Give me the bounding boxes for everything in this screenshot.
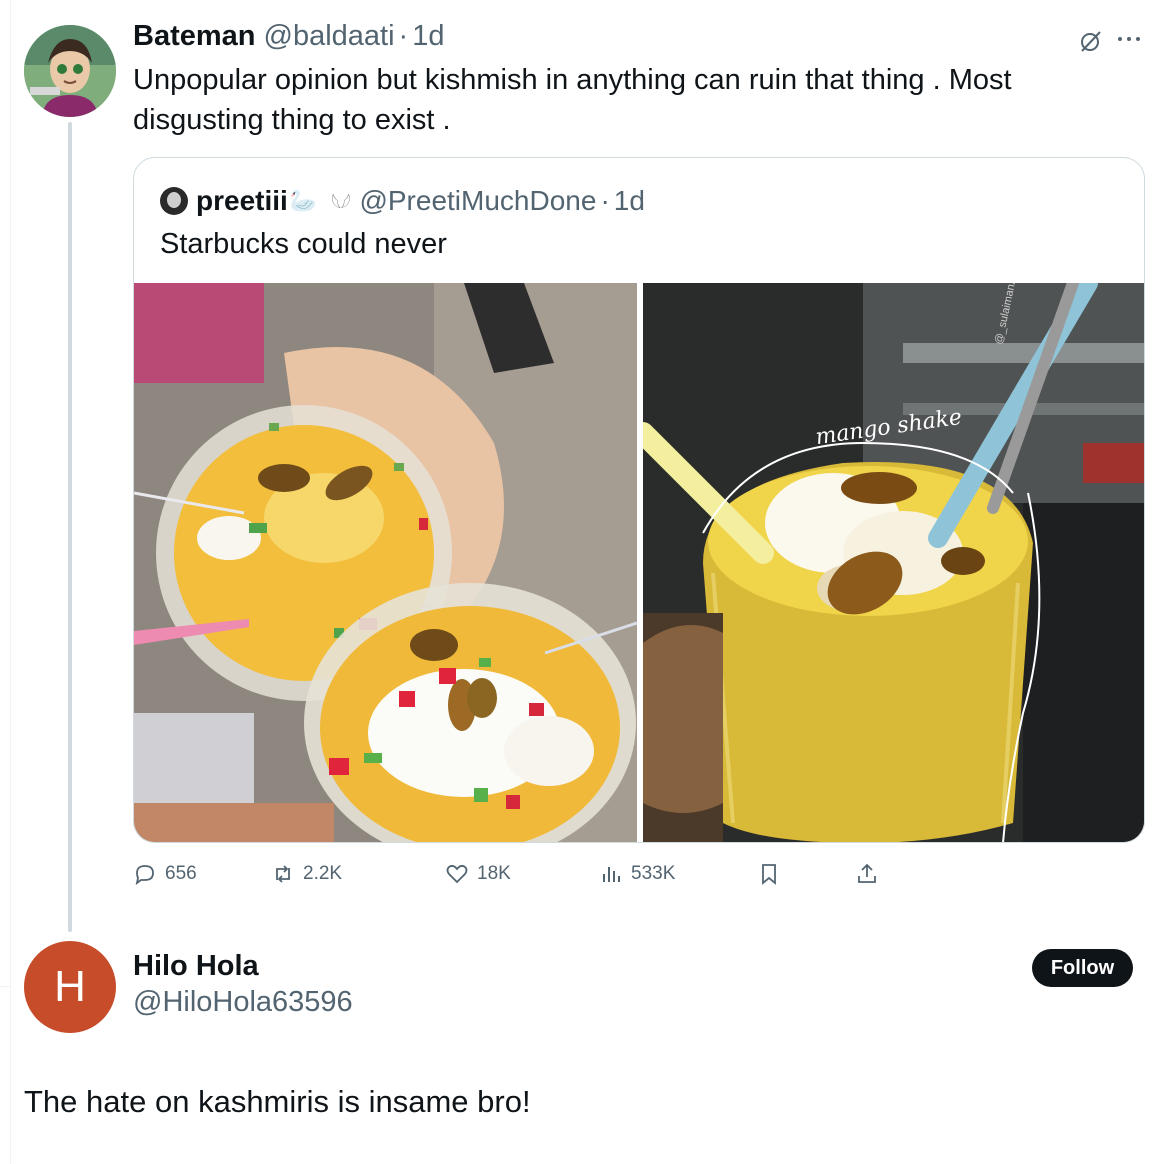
quote-avatar[interactable]	[160, 187, 188, 215]
views-count: 533K	[631, 863, 676, 884]
views-button[interactable]: 533K	[599, 858, 675, 890]
author-name[interactable]: Bateman	[133, 20, 256, 53]
views-icon	[603, 867, 620, 882]
tweet-text: Unpopular opinion but kishmish in anythi…	[133, 64, 1012, 136]
quote-author-handle: @PreetiMuchDone	[359, 185, 597, 216]
photo-right[interactable]: mango shake @_sulaiman25_	[643, 283, 1144, 842]
column-border	[10, 0, 11, 1164]
reply-author-handle[interactable]: @HiloHola63596	[133, 986, 353, 1019]
swan-emoji: 🦢	[289, 188, 318, 213]
bookmark-icon	[762, 864, 776, 885]
reply-icon	[135, 865, 154, 886]
reply-avatar[interactable]: H	[24, 941, 116, 1033]
quote-author-name: preetiii	[196, 185, 288, 216]
separator: ·	[398, 20, 409, 52]
repost-icon	[276, 865, 290, 883]
repost-count: 2.2K	[303, 863, 343, 884]
action-bar: 656 2.2K 18K 533K	[133, 858, 893, 890]
timestamp[interactable]: 1d	[412, 20, 444, 53]
avatar-image	[24, 25, 116, 117]
tweet-header: Bateman @baldaati · 1d	[133, 20, 444, 58]
quote-media: mango shake @_sulaiman25_	[134, 283, 1144, 842]
quote-tweet-card[interactable]: preetiii 🦢 𓆩𓆪 @PreetiMuchDone · 1d Starb…	[133, 157, 1145, 843]
reply-button[interactable]: 656	[133, 858, 197, 890]
reply-text: The hate on kashmiris is insame bro!	[24, 1084, 531, 1119]
more-icon[interactable]	[1118, 34, 1144, 44]
avatar[interactable]	[24, 25, 116, 117]
reply-author-name[interactable]: Hilo Hola	[133, 950, 259, 983]
quote-header: preetiii 🦢 𓆩𓆪 @PreetiMuchDone · 1d	[160, 184, 645, 218]
follow-button[interactable]: Follow	[1032, 949, 1133, 987]
like-button[interactable]: 18K	[445, 858, 511, 890]
name-decoration: 𓆩𓆪	[331, 194, 350, 214]
share-button[interactable]	[855, 858, 879, 890]
grok-icon[interactable]	[1078, 28, 1104, 54]
like-count: 18K	[477, 863, 511, 884]
quote-timestamp: 1d	[613, 185, 645, 216]
divider	[0, 986, 10, 987]
photo-left[interactable]	[134, 283, 637, 842]
cups-photo	[134, 283, 637, 842]
separator: ·	[600, 185, 610, 216]
repost-button[interactable]: 2.2K	[271, 858, 342, 890]
quote-text: Starbucks could never	[160, 228, 447, 260]
page: Bateman @baldaati · 1d Unpopular opinion…	[0, 0, 1160, 1164]
thread-line	[68, 122, 72, 932]
reply-count: 656	[165, 863, 197, 884]
share-icon	[858, 863, 876, 883]
mango-shake-photo	[643, 283, 1144, 842]
bookmark-button[interactable]	[757, 858, 781, 890]
like-icon	[446, 864, 468, 884]
author-handle[interactable]: @baldaati	[264, 20, 395, 53]
